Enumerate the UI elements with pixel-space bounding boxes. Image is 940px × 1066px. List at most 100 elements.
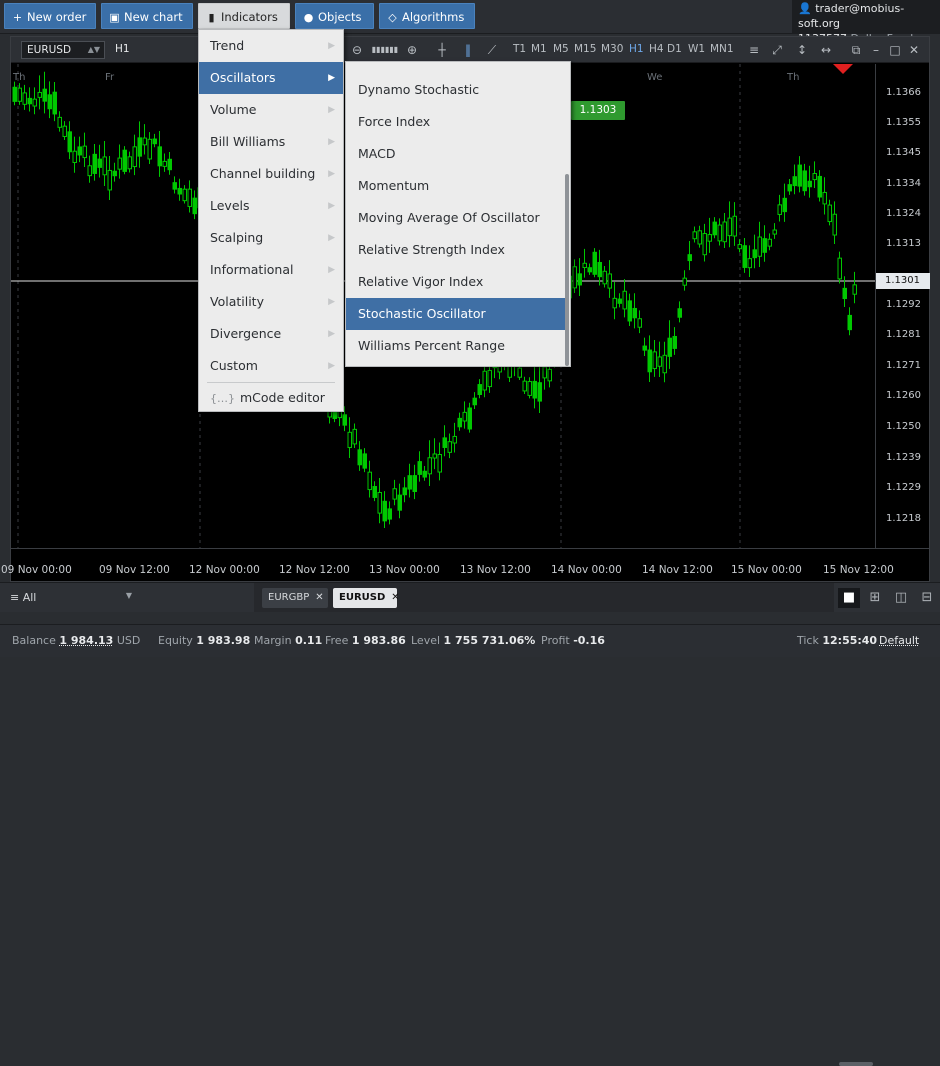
draw-line-icon[interactable]: ⤢ bbox=[768, 41, 786, 59]
chevron-right-icon: ▶ bbox=[328, 201, 335, 211]
timeframe-m30[interactable]: M30 bbox=[601, 43, 623, 55]
grid-layout-icon[interactable]: ⊞ bbox=[864, 588, 886, 608]
menu-item-volatility[interactable]: Volatility ▶ bbox=[199, 286, 343, 318]
symbol-filter-dropdown[interactable]: ≡ All ▼ bbox=[10, 591, 132, 604]
submenu-item-moving-average-of-oscillator[interactable]: Moving Average Of Oscillator bbox=[346, 202, 566, 234]
candle-body bbox=[747, 258, 752, 269]
tab-eurgbp[interactable]: EURGBP ✕ bbox=[262, 588, 328, 608]
chevron-right-icon: ▶ bbox=[328, 265, 335, 275]
candle-body bbox=[177, 187, 182, 195]
price-tick-label: 1.1250 bbox=[886, 421, 921, 432]
menu-item-custom[interactable]: Custom ▶ bbox=[199, 350, 343, 382]
chart-scrollbar[interactable] bbox=[839, 1062, 873, 1066]
candle-body bbox=[142, 137, 147, 146]
menu-item-informational[interactable]: Informational ▶ bbox=[199, 254, 343, 286]
line-type-icon[interactable]: ⟋ bbox=[483, 41, 501, 59]
close-tab-icon[interactable]: ✕ bbox=[391, 592, 399, 603]
price-tick-label: 1.1334 bbox=[886, 178, 921, 189]
submenu-item-force-index[interactable]: Force Index bbox=[346, 106, 566, 138]
candle-body bbox=[752, 249, 757, 259]
menu-item-levels[interactable]: Levels ▶ bbox=[199, 190, 343, 222]
bar-type-icon[interactable]: ┼ bbox=[433, 41, 451, 59]
tab-eurusd[interactable]: EURUSD ✕ bbox=[333, 588, 400, 608]
timeframe-d1[interactable]: D1 bbox=[667, 43, 682, 55]
menu-item-divergence[interactable]: Divergence ▶ bbox=[199, 318, 343, 350]
candle-body bbox=[642, 345, 647, 351]
submenu-item-momentum[interactable]: Momentum bbox=[346, 170, 566, 202]
timeframe-m1[interactable]: M1 bbox=[531, 43, 547, 55]
single-layout-icon[interactable]: ■ bbox=[838, 588, 860, 608]
minimize-icon[interactable]: – bbox=[867, 41, 885, 59]
submenu-item-demarker[interactable]: DeMarker bbox=[346, 62, 566, 74]
timeframe-mn1[interactable]: MN1 bbox=[710, 43, 734, 55]
timeframe-m5[interactable]: M5 bbox=[553, 43, 569, 55]
timeframe-h4[interactable]: H4 bbox=[649, 43, 664, 55]
new-order-button[interactable]: + New order bbox=[4, 3, 96, 29]
server-selector[interactable]: Default bbox=[879, 634, 919, 647]
indicator-list-icon[interactable]: ≡ bbox=[745, 41, 763, 59]
submenu-item-stochastic-oscillator[interactable]: Stochastic Oscillator bbox=[346, 298, 566, 330]
submenu-scrollbar[interactable] bbox=[565, 174, 569, 366]
rows-layout-icon[interactable]: ⊟ bbox=[916, 588, 938, 608]
close-tab-icon[interactable]: ✕ bbox=[315, 592, 323, 603]
timeframe-w1[interactable]: W1 bbox=[688, 43, 705, 55]
candle-body bbox=[392, 488, 397, 500]
tab-label: EURUSD bbox=[339, 592, 386, 603]
columns-layout-icon[interactable]: ◫ bbox=[890, 588, 912, 608]
new-chart-button[interactable]: ▣ New chart bbox=[101, 3, 193, 29]
menu-item-channel-building[interactable]: Channel building ▶ bbox=[199, 158, 343, 190]
chevron-right-icon: ▶ bbox=[328, 169, 335, 179]
menu-separator bbox=[207, 382, 335, 383]
candle-body bbox=[472, 397, 477, 406]
candle-body bbox=[467, 407, 472, 430]
zoom-out-icon[interactable]: ⊖ bbox=[348, 41, 366, 59]
candle-body bbox=[137, 137, 142, 157]
candle-body bbox=[637, 318, 642, 328]
candle-body bbox=[372, 486, 377, 498]
vertical-line-icon[interactable]: ↕ bbox=[793, 41, 811, 59]
margin-value: 0.11 bbox=[295, 634, 323, 647]
submenu-item-williams-percent-range[interactable]: Williams Percent Range bbox=[346, 330, 566, 362]
submenu-item-dynamo-stochastic[interactable]: Dynamo Stochastic bbox=[346, 74, 566, 106]
time-tick-label: 12 Nov 12:00 bbox=[279, 564, 350, 576]
menu-item-volume[interactable]: Volume ▶ bbox=[199, 94, 343, 126]
tick-label: Tick bbox=[797, 634, 819, 647]
zoom-in-icon[interactable]: ⊕ bbox=[403, 41, 421, 59]
menu-item-scalping[interactable]: Scalping ▶ bbox=[199, 222, 343, 254]
menu-item-mcode-editor[interactable]: {…} mCode editor bbox=[199, 384, 343, 412]
menu-item-oscillators[interactable]: Oscillators ▶ bbox=[199, 62, 343, 94]
candle-body bbox=[457, 417, 462, 428]
horizontal-line-icon[interactable]: ↔ bbox=[817, 41, 835, 59]
candle-body bbox=[727, 217, 732, 237]
candle-body bbox=[682, 277, 687, 286]
submenu-item-relative-strength-index[interactable]: Relative Strength Index bbox=[346, 234, 566, 266]
submenu-item-macd[interactable]: MACD bbox=[346, 138, 566, 170]
account-info[interactable]: 👤 trader@mobius-soft.org 1137577 Dollar … bbox=[792, 0, 940, 45]
timeframe-h1[interactable]: H1 bbox=[629, 43, 644, 55]
objects-button[interactable]: ● Objects bbox=[295, 3, 374, 29]
candle-body bbox=[677, 308, 682, 318]
candle-body bbox=[367, 471, 372, 491]
candle-body bbox=[577, 273, 582, 286]
candle-body bbox=[437, 454, 442, 473]
candles-type-icon[interactable]: ‖ bbox=[459, 41, 477, 59]
menu-item-bill-williams[interactable]: Bill Williams ▶ bbox=[199, 126, 343, 158]
timeframe-t1[interactable]: T1 bbox=[513, 43, 526, 55]
chart-tab-bar: ≡ All ▼ EURGBP ✕ EURUSD ✕ ■ ⊞ ◫ ⊟ bbox=[0, 582, 940, 612]
symbol-selector[interactable]: EURUSD ▲▼ bbox=[21, 41, 105, 59]
time-axis[interactable]: 09 Nov 00:00 09 Nov 12:00 12 Nov 00:00 12 N… bbox=[1, 548, 929, 1066]
account-status-bar: Balance 1 984.13 USD Equity 1 983.98 Mar… bbox=[0, 624, 940, 657]
indicators-button[interactable]: ▮ Indicators bbox=[198, 3, 290, 29]
maximize-icon[interactable]: □ bbox=[886, 41, 904, 59]
algorithms-button[interactable]: ◇ Algorithms bbox=[379, 3, 475, 29]
close-icon[interactable]: ✕ bbox=[905, 41, 923, 59]
zoom-slider[interactable]: ▮▮▮▮▮▮ bbox=[367, 41, 403, 59]
price-axis[interactable]: 1.1301 1.1366 1.1355 1.1345 1.1334 1.1324 1.1… bbox=[875, 64, 930, 548]
candle-body bbox=[802, 170, 807, 192]
timeframe-m15[interactable]: M15 bbox=[574, 43, 596, 55]
candle-body bbox=[652, 351, 657, 370]
submenu-item-relative-vigor-index[interactable]: Relative Vigor Index bbox=[346, 266, 566, 298]
candle-body bbox=[32, 98, 37, 107]
detach-icon[interactable]: ⧉ bbox=[847, 41, 865, 59]
menu-item-trend[interactable]: Trend ▶ bbox=[199, 30, 343, 62]
